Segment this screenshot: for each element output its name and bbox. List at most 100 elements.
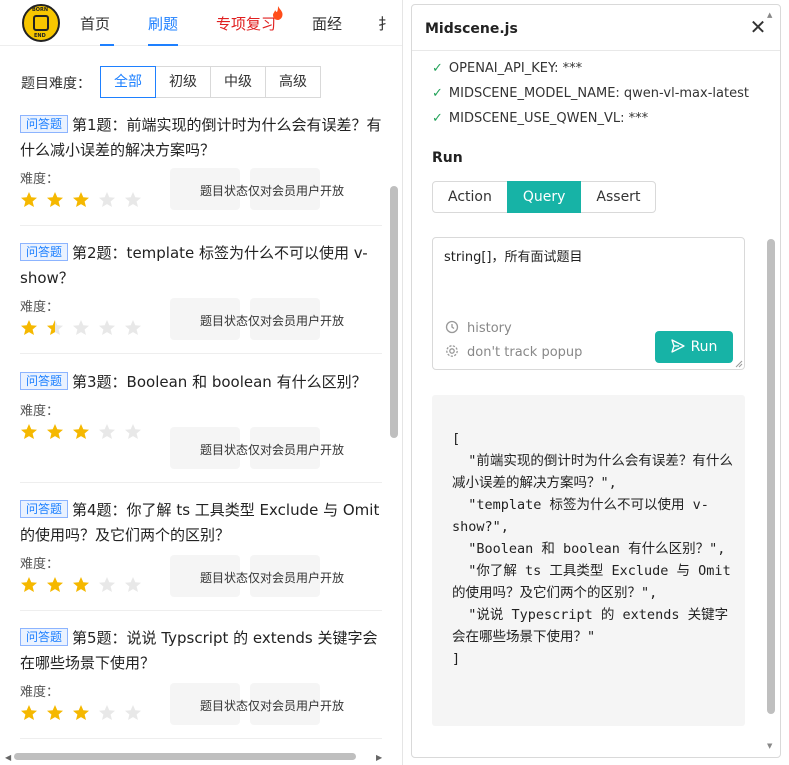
- history-button[interactable]: history: [445, 320, 512, 336]
- panel-header: Midscene.js ✕: [412, 5, 780, 51]
- star-icon: [73, 577, 89, 592]
- scroll-right-arrow-icon[interactable]: ▶: [376, 753, 382, 762]
- question-title-text: 第1题：前端实现的倒计时为什么会有误差？有什么减小误差的解决方案吗？: [20, 116, 382, 159]
- scroll-up-arrow-icon[interactable]: ▲: [767, 11, 772, 19]
- logo-book-icon: [33, 15, 49, 31]
- logo-text-bottom: END: [34, 33, 46, 39]
- filter-intermediate[interactable]: 中级: [210, 66, 266, 98]
- question-type-badge: 问答题: [20, 243, 69, 261]
- question-type-badge: 问答题: [20, 628, 69, 646]
- filter-beginner[interactable]: 初级: [155, 66, 211, 98]
- nav-interview-exp[interactable]: 面经: [312, 13, 342, 34]
- env-line: MIDSCENE_USE_QWEN_VL: ***: [448, 111, 649, 126]
- panel-vertical-scrollbar[interactable]: [767, 239, 775, 714]
- difficulty-filter: 全部 初级 中级 高级: [100, 66, 321, 98]
- prompt-textarea[interactable]: string[]，所有面试题目 history don't track popu…: [432, 237, 745, 370]
- star-icon: [125, 320, 141, 335]
- env-line: OPENAI_API_KEY: ***: [448, 61, 583, 76]
- history-label: history: [467, 321, 512, 336]
- star-icon: [21, 577, 37, 592]
- star-icon: [99, 320, 115, 335]
- scroll-left-arrow-icon[interactable]: ◀: [5, 753, 11, 762]
- nav-more[interactable]: 扌: [378, 13, 393, 34]
- question-title-text: 第3题：Boolean 和 boolean 有什么区别？: [72, 373, 367, 391]
- filter-all[interactable]: 全部: [100, 66, 156, 98]
- midscene-panel: Midscene.js ✕ ✓ OPENAI_API_KEY: *** ✓ MIDS…: [411, 4, 781, 758]
- star-icon: [21, 192, 37, 207]
- mode-assert[interactable]: Assert: [580, 181, 657, 213]
- question-divider: [20, 482, 382, 483]
- star-icon: [73, 424, 89, 439]
- active-nav-indicator: [148, 44, 178, 46]
- query-result: [ "前端实现的倒计时为什么会有误差？有什么减小误差的解决方案吗？", "tem…: [432, 395, 745, 726]
- star-icon: [47, 320, 63, 335]
- star-icon: [99, 705, 115, 720]
- mode-action[interactable]: Action: [432, 181, 508, 213]
- star-icon: [99, 192, 115, 207]
- member-only-note: 题目状态仅对会员用户开放: [200, 184, 345, 198]
- nav-special-review[interactable]: 专项复习: [216, 13, 276, 34]
- star-icon: [125, 192, 141, 207]
- filter-advanced[interactable]: 高级: [265, 66, 321, 98]
- difficulty-filter-label: 题目难度：: [21, 76, 91, 92]
- close-icon[interactable]: ✕: [748, 17, 768, 37]
- env-model-name: ✓ MIDSCENE_MODEL_NAME: qwen-vl-max-latest: [432, 86, 749, 101]
- question-title-text: 第4题：你了解 ts 工具类型 Exclude 与 Omit 的使用吗？及它们两…: [20, 501, 380, 544]
- run-heading: Run: [432, 150, 463, 166]
- mode-query[interactable]: Query: [506, 181, 582, 213]
- question-divider: [20, 610, 382, 611]
- site-logo[interactable]: BORN END: [22, 4, 60, 42]
- nav-practice[interactable]: 刷题: [148, 13, 178, 34]
- question-type-badge: 问答题: [20, 500, 69, 518]
- top-nav: BORN END 首页 刷题 专项复习 面经 扌: [0, 0, 402, 46]
- nav-home[interactable]: 首页: [80, 13, 110, 34]
- run-button-label: Run: [690, 339, 718, 355]
- star-icon: [99, 577, 115, 592]
- check-icon: ✓: [432, 111, 443, 126]
- question-title[interactable]: 问答题 第5题：说说 Typscript 的 extends 关键字会在哪些场景下…: [20, 626, 382, 676]
- question-divider: [20, 353, 382, 354]
- member-only-note: 题目状态仅对会员用户开放: [200, 314, 345, 328]
- env-use-qwen: ✓ MIDSCENE_USE_QWEN_VL: ***: [432, 111, 648, 126]
- gear-icon: [446, 345, 458, 357]
- track-popup-setting[interactable]: don't track popup: [445, 344, 582, 360]
- result-text: [ "前端实现的倒计时为什么会有误差？有什么减小误差的解决方案吗？", "tem…: [452, 431, 733, 667]
- resize-handle-icon[interactable]: [735, 360, 743, 368]
- run-button[interactable]: Run: [655, 331, 733, 363]
- star-icon: [125, 424, 141, 439]
- star-icon: [47, 577, 63, 592]
- member-only-note: 题目状态仅对会员用户开放: [200, 699, 345, 713]
- star-icon: [47, 705, 63, 720]
- send-icon: [670, 339, 685, 353]
- member-only-note: 题目状态仅对会员用户开放: [200, 443, 345, 457]
- check-icon: ✓: [432, 86, 443, 101]
- left-horizontal-scrollbar[interactable]: [14, 753, 356, 760]
- env-openai-key: ✓ OPENAI_API_KEY: ***: [432, 61, 582, 76]
- star-icon: [125, 705, 141, 720]
- member-only-note: 题目状态仅对会员用户开放: [200, 571, 345, 585]
- star-icon: [99, 424, 115, 439]
- question-title-text: 第5题：说说 Typscript 的 extends 关键字会在哪些场景下使用？: [20, 629, 378, 672]
- tab-indicator: [100, 44, 114, 46]
- left-vertical-scrollbar[interactable]: [390, 186, 398, 438]
- history-icon: [445, 320, 459, 334]
- check-icon: ✓: [432, 61, 443, 76]
- question-title[interactable]: 问答题 第1题：前端实现的倒计时为什么会有误差？有什么减小误差的解决方案吗？: [20, 113, 382, 163]
- star-icon: [125, 577, 141, 592]
- star-icon: [73, 192, 89, 207]
- question-title[interactable]: 问答题 第2题：template 标签为什么不可以使用 v-show？: [20, 241, 382, 291]
- scroll-down-arrow-icon[interactable]: ▼: [767, 742, 772, 750]
- question-title-text: 第2题：template 标签为什么不可以使用 v-show？: [20, 244, 368, 287]
- mode-selector: Action Query Assert: [432, 181, 657, 213]
- question-type-badge: 问答题: [20, 115, 69, 133]
- panel-title: Midscene.js: [425, 21, 518, 37]
- question-title[interactable]: 问答题 第4题：你了解 ts 工具类型 Exclude 与 Omit 的使用吗？及…: [20, 498, 382, 548]
- question-title[interactable]: 问答题 第3题：Boolean 和 boolean 有什么区别？: [20, 370, 382, 395]
- question-divider: [20, 738, 382, 739]
- track-popup-label: don't track popup: [467, 345, 583, 360]
- star-icon: [73, 705, 89, 720]
- star-icon: [47, 424, 63, 439]
- difficulty-label: 难度：: [20, 404, 60, 419]
- star-icon: [21, 320, 37, 335]
- star-icon: [73, 320, 89, 335]
